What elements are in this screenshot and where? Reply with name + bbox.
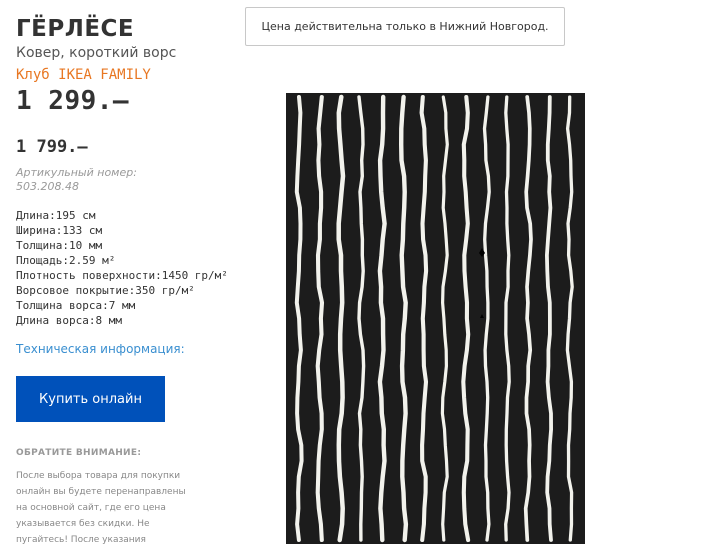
ikea-family-label: Клуб IKEA FAMILY <box>16 67 151 83</box>
price-region-notice: Цена действительна только в Нижний Новго… <box>245 7 565 46</box>
spec-item: Толщина:10 мм <box>16 239 103 252</box>
tech-info-link[interactable]: Техническая информация: <box>16 341 226 357</box>
spec-list: Длина:195 см Ширина:133 см Толщина:10 мм… <box>16 208 228 328</box>
article-number: Артикульный номер: 503.208.48 <box>16 166 137 193</box>
spec-item: Площадь:2.59 м² <box>16 254 116 267</box>
rug-image <box>286 93 585 544</box>
notice-heading: ОБРАТИТЕ ВНИМАНИЕ: <box>16 448 142 458</box>
spec-item: Плотность поверхности:1450 гр/м² <box>16 269 228 282</box>
product-image <box>286 93 585 544</box>
regular-price: 1 799.– <box>16 137 88 157</box>
notice-text: После выбора товара для покупки онлайн в… <box>16 471 186 545</box>
product-info-panel: ГЁРЛЁСЕ Ковер, короткий ворс Клуб IKEA F… <box>16 14 228 548</box>
spec-item: Длина:195 см <box>16 209 96 222</box>
buy-online-button[interactable]: Купить онлайн <box>16 376 165 422</box>
spec-item: Толщина ворса:7 мм <box>16 299 136 312</box>
product-subtitle: Ковер, короткий ворс <box>16 45 177 61</box>
family-price: 1 299.– <box>16 86 130 116</box>
spec-item: Длина ворса:8 мм <box>16 314 122 327</box>
spec-item: Ворсовое покрытие:350 гр/м² <box>16 284 195 297</box>
rug-background <box>286 93 585 544</box>
price-region-notice-text: Цена действительна только в Нижний Новго… <box>261 20 549 33</box>
spec-item: Ширина:133 см <box>16 224 103 237</box>
product-title: ГЁРЛЁСЕ <box>16 16 135 42</box>
